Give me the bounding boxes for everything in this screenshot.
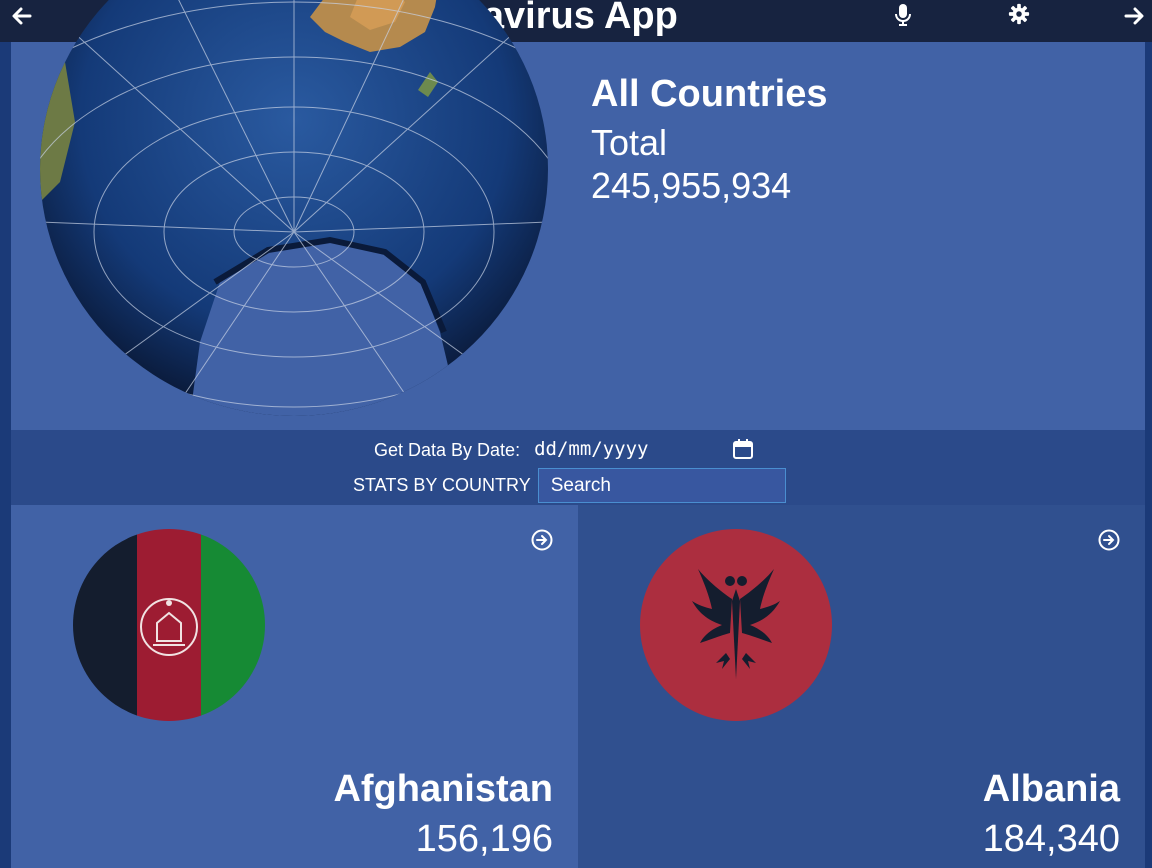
summary-panel: All Countries Total 245,955,934 <box>11 0 1145 430</box>
country-card-afghanistan[interactable]: Afghanistan 156,196 <box>11 505 578 868</box>
country-total: 156,196 <box>415 818 553 860</box>
microphone-icon[interactable] <box>893 3 913 27</box>
controls-bar: Get Data By Date: dd/mm/yyyy STATS BY CO… <box>11 430 1145 505</box>
globe-image <box>40 0 548 416</box>
stats-by-country-label: STATS BY COUNTRY <box>353 475 531 495</box>
afghanistan-flag <box>73 529 265 721</box>
date-label: Get Data By Date: <box>374 439 521 460</box>
date-input[interactable]: dd/mm/yyyy <box>534 438 754 462</box>
date-placeholder: dd/mm/yyyy <box>534 438 649 460</box>
arrow-right-icon[interactable] <box>1122 4 1146 28</box>
summary-text: All Countries Total 245,955,934 <box>591 72 827 206</box>
search-input[interactable] <box>537 468 786 503</box>
arrow-left-icon[interactable] <box>10 4 34 28</box>
albania-flag <box>640 529 832 721</box>
search-row: STATS BY COUNTRY <box>353 468 786 503</box>
country-cards: Afghanistan 156,196 Albania 184,340 <box>11 505 1145 868</box>
region-name: All Countries <box>591 73 828 115</box>
country-card-albania[interactable]: Albania 184,340 <box>578 505 1145 868</box>
country-name: Albania <box>982 768 1120 810</box>
arrow-circle-right-icon[interactable] <box>531 529 553 551</box>
total-label: Total <box>591 122 668 163</box>
calendar-icon[interactable] <box>732 438 754 460</box>
country-total: 184,340 <box>982 818 1120 860</box>
country-name: Afghanistan <box>333 768 553 810</box>
total-cases: 245,955,934 <box>591 165 792 206</box>
arrow-circle-right-icon[interactable] <box>1098 529 1120 551</box>
date-row: Get Data By Date: dd/mm/yyyy <box>374 438 754 462</box>
gear-icon[interactable] <box>1008 3 1030 25</box>
